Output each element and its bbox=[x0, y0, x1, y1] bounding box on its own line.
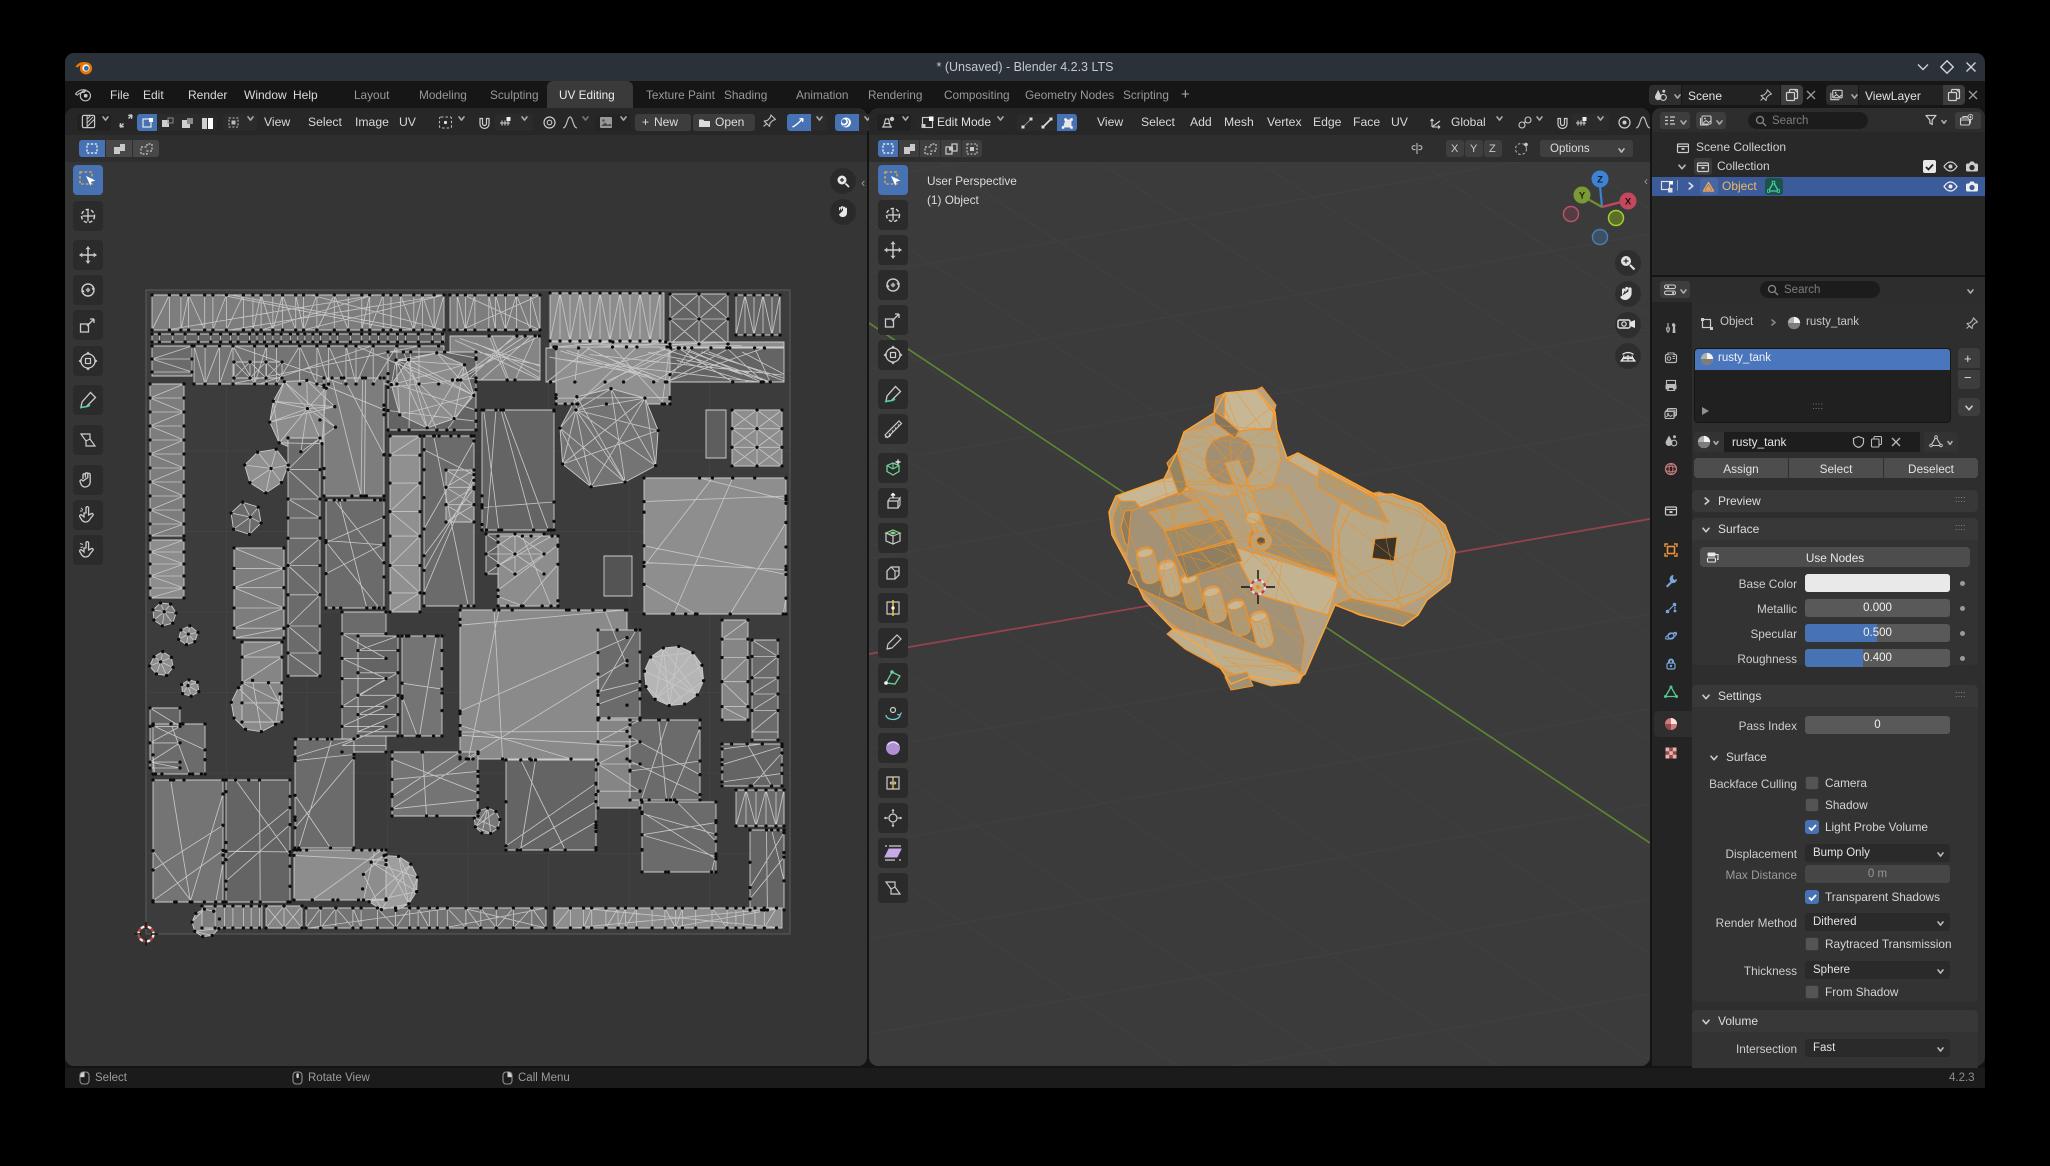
svg-text:‹: ‹ bbox=[1644, 174, 1648, 188]
svg-text:Z: Z bbox=[1597, 175, 1603, 186]
svg-text:Y: Y bbox=[1579, 191, 1586, 202]
svg-text:X: X bbox=[1625, 197, 1632, 208]
